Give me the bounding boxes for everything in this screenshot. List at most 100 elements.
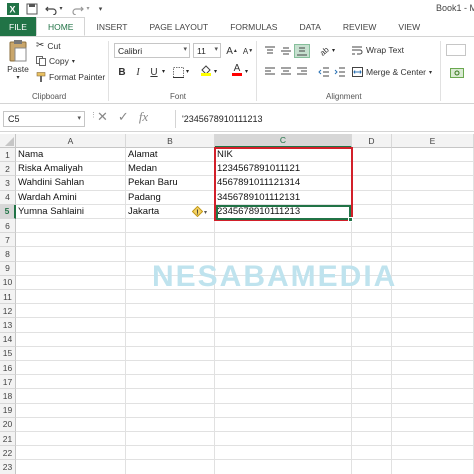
cell-a11[interactable] [16, 290, 126, 305]
tab-home[interactable]: HOME [35, 17, 86, 36]
undo-dropdown-icon[interactable]: ▾ [57, 2, 65, 15]
cell-a16[interactable] [16, 361, 126, 376]
cell-d4[interactable] [352, 190, 392, 205]
cell-e7[interactable] [392, 233, 474, 248]
borders-button[interactable] [170, 65, 186, 79]
align-bottom-button[interactable] [294, 44, 310, 58]
tab-insert[interactable]: INSERT [85, 17, 138, 36]
align-top-button[interactable] [262, 44, 278, 58]
worksheet-grid[interactable]: A B C D E 1 Nama Alamat NIK 2 Riska Amaliyah Medan 1… [0, 134, 474, 474]
enter-icon[interactable]: ✓ [118, 109, 129, 125]
cell-a3[interactable]: Wahdini Sahlan [16, 176, 126, 191]
align-middle-button[interactable] [278, 44, 294, 58]
undo-icon[interactable] [44, 2, 57, 15]
cell-b7[interactable] [126, 233, 215, 248]
fill-color-dropdown-icon[interactable]: ▾ [214, 68, 217, 75]
cell-d12[interactable] [352, 304, 392, 319]
cell-d19[interactable] [352, 403, 392, 418]
cell-b14[interactable] [126, 332, 215, 347]
cell-b18[interactable] [126, 389, 215, 404]
cell-d7[interactable] [352, 233, 392, 248]
cell-c6[interactable] [215, 219, 352, 234]
cell-b1[interactable]: Alamat [126, 148, 215, 163]
tab-file[interactable]: FILE [0, 17, 36, 36]
cell-d14[interactable] [352, 332, 392, 347]
row-header-9[interactable]: 9 [0, 261, 16, 276]
insert-function-icon[interactable]: fx [139, 109, 148, 125]
cell-d23[interactable] [352, 460, 392, 474]
cell-d15[interactable] [352, 346, 392, 361]
bold-button[interactable]: B [114, 65, 130, 79]
cancel-icon[interactable]: ✕ [97, 109, 108, 125]
cell-d21[interactable] [352, 432, 392, 447]
cell-c13[interactable] [215, 318, 352, 333]
cell-a9[interactable] [16, 261, 126, 276]
cell-b17[interactable] [126, 375, 215, 390]
row-header-3[interactable]: 3 [0, 176, 16, 191]
format-painter-button[interactable]: Format Painter [36, 72, 105, 82]
row-header-19[interactable]: 19 [0, 403, 16, 418]
align-center-button[interactable] [278, 65, 294, 79]
cell-d17[interactable] [352, 375, 392, 390]
cell-e20[interactable] [392, 417, 474, 432]
cell-e4[interactable] [392, 190, 474, 205]
cell-e16[interactable] [392, 361, 474, 376]
error-warning-dropdown-icon[interactable]: ▾ [204, 209, 207, 216]
grow-font-button[interactable]: A ▲ [224, 44, 240, 58]
row-header-20[interactable]: 20 [0, 417, 16, 432]
cell-b23[interactable] [126, 460, 215, 474]
column-header-a[interactable]: A [16, 134, 126, 148]
column-header-c[interactable]: C [215, 134, 352, 148]
underline-button[interactable]: U [146, 65, 162, 79]
cell-d18[interactable] [352, 389, 392, 404]
cell-b12[interactable] [126, 304, 215, 319]
cell-e15[interactable] [392, 346, 474, 361]
cell-a19[interactable] [16, 403, 126, 418]
cell-e6[interactable] [392, 219, 474, 234]
row-header-23[interactable]: 23 [0, 460, 16, 474]
column-header-d[interactable]: D [352, 134, 392, 148]
underline-dropdown-icon[interactable]: ▾ [162, 68, 165, 75]
cell-a6[interactable] [16, 219, 126, 234]
row-header-22[interactable]: 22 [0, 446, 16, 461]
cell-c21[interactable] [215, 432, 352, 447]
row-header-5[interactable]: 5 [0, 204, 16, 219]
cell-c16[interactable] [215, 361, 352, 376]
row-header-15[interactable]: 15 [0, 346, 16, 361]
cell-d1[interactable] [352, 148, 392, 163]
cell-d22[interactable] [352, 446, 392, 461]
cell-a21[interactable] [16, 432, 126, 447]
font-size-select[interactable]: 11 ▾ [193, 43, 221, 58]
cell-a4[interactable]: Wardah Amini [16, 190, 126, 205]
cell-e12[interactable] [392, 304, 474, 319]
cell-d5[interactable] [352, 204, 392, 219]
tab-data[interactable]: DATA [288, 17, 331, 36]
row-header-21[interactable]: 21 [0, 432, 16, 447]
cell-a23[interactable] [16, 460, 126, 474]
italic-button[interactable]: I [130, 65, 146, 79]
decrease-indent-button[interactable] [316, 65, 332, 79]
cell-c20[interactable] [215, 417, 352, 432]
cell-e5[interactable] [392, 204, 474, 219]
cell-e11[interactable] [392, 290, 474, 305]
row-header-2[interactable]: 2 [0, 162, 16, 177]
cut-button[interactable]: ✂ Cut [36, 40, 61, 51]
row-header-12[interactable]: 12 [0, 304, 16, 319]
cell-b3[interactable]: Pekan Baru [126, 176, 215, 191]
cell-a15[interactable] [16, 346, 126, 361]
cell-a8[interactable] [16, 247, 126, 262]
cell-c17[interactable] [215, 375, 352, 390]
wrap-text-button[interactable]: Wrap Text [352, 45, 404, 55]
cell-b22[interactable] [126, 446, 215, 461]
row-header-8[interactable]: 8 [0, 247, 16, 262]
cell-a22[interactable] [16, 446, 126, 461]
row-header-6[interactable]: 6 [0, 219, 16, 234]
borders-dropdown-icon[interactable]: ▾ [186, 68, 189, 75]
cell-d6[interactable] [352, 219, 392, 234]
cell-e19[interactable] [392, 403, 474, 418]
cell-b20[interactable] [126, 417, 215, 432]
cell-a7[interactable] [16, 233, 126, 248]
cell-a18[interactable] [16, 389, 126, 404]
cell-e1[interactable] [392, 148, 474, 163]
cell-e8[interactable] [392, 247, 474, 262]
